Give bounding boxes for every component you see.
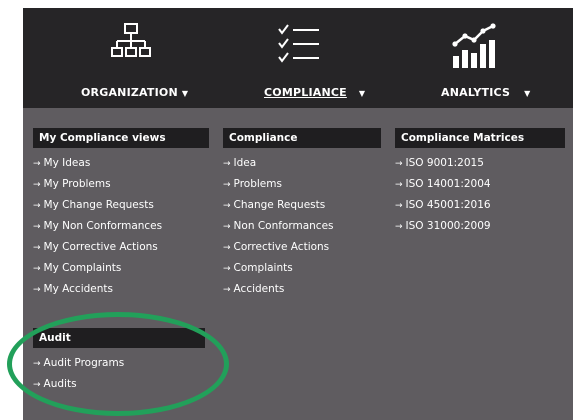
arrow-right-icon: → <box>33 264 41 274</box>
menu-link-item[interactable]: → My Complaints <box>33 258 162 279</box>
menu-link-label: My Change Requests <box>43 199 154 211</box>
arrow-right-icon: → <box>33 359 41 369</box>
menu-link-label: ISO 9001:2015 <box>405 157 484 169</box>
nav-organization[interactable]: ORGANIZATION ▼ <box>81 86 188 99</box>
section-header-my-compliance-views: My Compliance views <box>33 128 209 148</box>
arrow-right-icon: → <box>223 201 231 211</box>
menu-link-item[interactable]: → Idea <box>223 153 334 174</box>
section-header-audit: Audit <box>33 328 205 348</box>
menu-link-item[interactable]: → ISO 45001:2016 <box>395 195 491 216</box>
menu-link-item[interactable]: → My Change Requests <box>33 195 162 216</box>
arrow-right-icon: → <box>223 243 231 253</box>
org-chart-icon[interactable] <box>111 22 151 62</box>
menu-link-item[interactable]: → Audit Programs <box>33 353 124 374</box>
arrow-right-icon: → <box>223 159 231 169</box>
menu-link-item[interactable]: → Problems <box>223 174 334 195</box>
menu-link-item[interactable]: → My Ideas <box>33 153 162 174</box>
menu-link-label: Non Conformances <box>233 220 334 232</box>
checklist-icon[interactable] <box>277 22 321 66</box>
menu-link-label: My Ideas <box>43 157 91 169</box>
arrow-right-icon: → <box>33 380 41 390</box>
menu-link-item[interactable]: → My Problems <box>33 174 162 195</box>
nav-compliance-label: COMPLIANCE <box>264 86 347 99</box>
menu-link-label: Complaints <box>233 262 293 274</box>
mega-menu: ORGANIZATION ▼ COMPLIANCE ▼ ANALYTICS ▼ My … <box>23 8 573 420</box>
menu-link-label: ISO 45001:2016 <box>405 199 491 211</box>
menu-link-item[interactable]: → Complaints <box>223 258 334 279</box>
menu-link-label: Change Requests <box>233 199 326 211</box>
menu-link-label: Accidents <box>233 283 285 295</box>
arrow-right-icon: → <box>223 285 231 295</box>
chevron-down-icon: ▼ <box>181 89 189 98</box>
menu-link-label: My Problems <box>43 178 111 190</box>
arrow-right-icon: → <box>395 222 403 232</box>
menu-link-item[interactable]: → My Non Conformances <box>33 216 162 237</box>
menu-link-label: ISO 14001:2004 <box>405 178 491 190</box>
list-compliance: → Idea → Problems → Change Requests → Non Confo… <box>223 153 334 300</box>
menu-link-item[interactable]: → My Accidents <box>33 279 162 300</box>
menu-link-item[interactable]: → Audits <box>33 374 124 395</box>
chevron-down-icon: ▼ <box>358 89 366 98</box>
menu-link-item[interactable]: → Corrective Actions <box>223 237 334 258</box>
nav-analytics[interactable]: ANALYTICS ▼ <box>441 86 530 99</box>
arrow-right-icon: → <box>33 180 41 190</box>
bar-chart-trend-icon[interactable] <box>451 22 497 70</box>
menu-link-label: My Corrective Actions <box>43 241 158 253</box>
menu-link-label: My Accidents <box>43 283 113 295</box>
section-header-compliance: Compliance <box>223 128 381 148</box>
nav-organization-label: ORGANIZATION <box>81 86 178 99</box>
arrow-right-icon: → <box>223 264 231 274</box>
arrow-right-icon: → <box>223 222 231 232</box>
section-header-compliance-matrices: Compliance Matrices <box>395 128 565 148</box>
top-navigation-bar: ORGANIZATION ▼ COMPLIANCE ▼ ANALYTICS ▼ <box>23 8 573 108</box>
arrow-right-icon: → <box>33 222 41 232</box>
menu-link-label: Audit Programs <box>43 357 125 369</box>
menu-link-label: ISO 31000:2009 <box>405 220 491 232</box>
menu-link-item[interactable]: → ISO 14001:2004 <box>395 174 491 195</box>
arrow-right-icon: → <box>33 243 41 253</box>
menu-link-item[interactable]: → Accidents <box>223 279 334 300</box>
chevron-down-icon: ▼ <box>524 89 531 98</box>
menu-link-item[interactable]: → Change Requests <box>223 195 334 216</box>
menu-link-item[interactable]: → ISO 31000:2009 <box>395 216 491 237</box>
menu-link-label: Idea <box>233 157 257 169</box>
list-audit: → Audit Programs → Audits <box>33 353 124 395</box>
menu-link-label: My Non Conformances <box>43 220 163 232</box>
arrow-right-icon: → <box>223 180 231 190</box>
menu-link-item[interactable]: → Non Conformances <box>223 216 334 237</box>
list-compliance-matrices: → ISO 9001:2015 → ISO 14001:2004 → ISO 45001:… <box>395 153 491 237</box>
menu-link-label: Corrective Actions <box>233 241 330 253</box>
arrow-right-icon: → <box>395 159 403 169</box>
menu-link-item[interactable]: → ISO 9001:2015 <box>395 153 491 174</box>
menu-link-label: Problems <box>233 178 282 190</box>
arrow-right-icon: → <box>395 180 403 190</box>
menu-link-item[interactable]: → My Corrective Actions <box>33 237 162 258</box>
menu-link-label: My Complaints <box>43 262 122 274</box>
menu-link-label: Audits <box>43 378 77 390</box>
nav-compliance[interactable]: COMPLIANCE ▼ <box>264 86 365 99</box>
arrow-right-icon: → <box>33 201 41 211</box>
nav-analytics-label: ANALYTICS <box>441 86 511 99</box>
arrow-right-icon: → <box>395 201 403 211</box>
arrow-right-icon: → <box>33 159 41 169</box>
arrow-right-icon: → <box>33 285 41 295</box>
list-my-compliance-views: → My Ideas → My Problems → My Change Requests… <box>33 153 162 300</box>
